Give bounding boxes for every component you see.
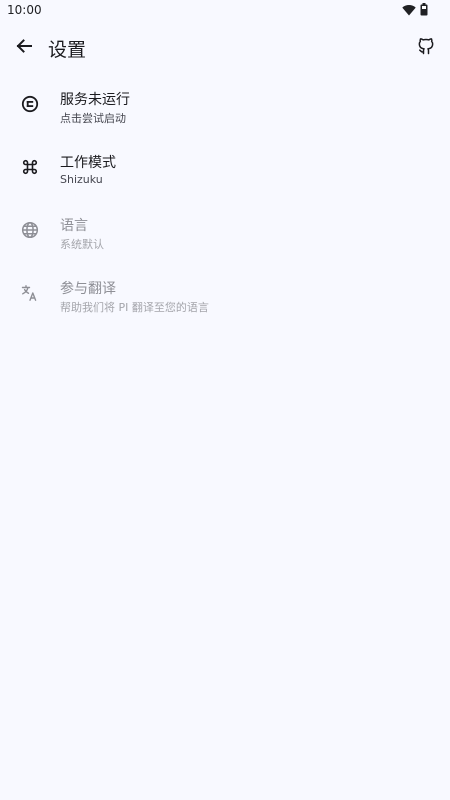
setting-item-translate[interactable]: 参与翻译 帮助我们将 PI 翻译至您的语言: [0, 263, 450, 326]
command-icon: [20, 157, 40, 177]
setting-title: 服务未运行: [60, 92, 130, 108]
setting-subtitle: 点击尝试启动: [60, 112, 126, 125]
setting-title: 参与翻译: [60, 281, 116, 297]
page-title: 设置: [48, 39, 87, 61]
setting-item-language[interactable]: 语言 系统默认: [0, 200, 450, 263]
setting-subtitle: 系统默认: [60, 238, 104, 251]
github-icon: [416, 36, 436, 60]
status-icons: [402, 1, 428, 20]
globe-icon: [20, 220, 40, 240]
wifi-icon: [402, 1, 416, 20]
setting-item-work-mode[interactable]: 工作模式 Shizuku: [0, 137, 450, 200]
settings-list: 服务未运行 点击尝试启动 工作模式 Shizuku 语言 系统默认 参与翻译 帮…: [0, 74, 450, 326]
arrow-back-icon: [15, 37, 33, 59]
github-button[interactable]: [412, 34, 440, 62]
setting-subtitle: 帮助我们将 PI 翻译至您的语言: [60, 301, 209, 314]
service-icon: [20, 94, 40, 114]
status-time: 10:00: [7, 3, 42, 17]
setting-title: 工作模式: [60, 155, 116, 171]
top-app-bar: 设置: [0, 22, 450, 74]
battery-icon: [420, 1, 428, 20]
setting-title: 语言: [60, 218, 88, 234]
translate-icon: [20, 283, 40, 303]
setting-subtitle: Shizuku: [60, 173, 103, 186]
setting-item-service[interactable]: 服务未运行 点击尝试启动: [0, 74, 450, 137]
back-button[interactable]: [10, 34, 38, 62]
status-bar: 10:00: [0, 0, 450, 22]
